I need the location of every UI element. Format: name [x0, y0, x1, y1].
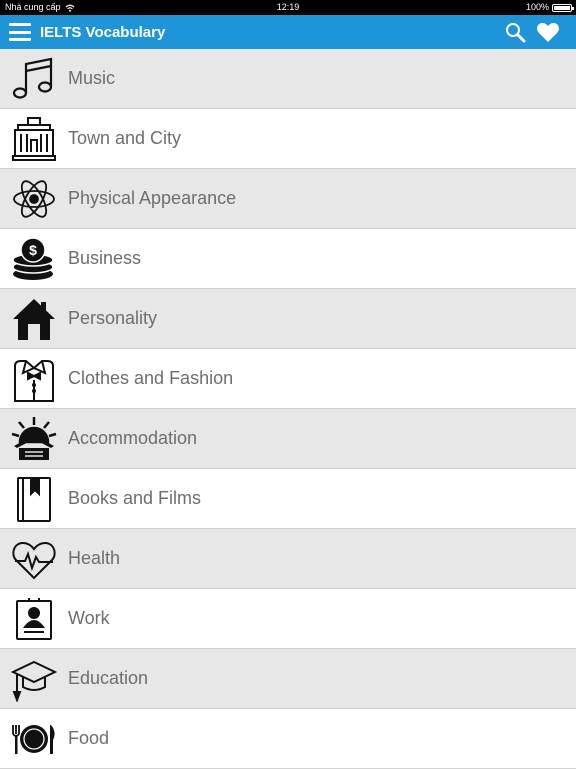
topic-item-personality[interactable]: Personality: [0, 289, 576, 349]
topic-label: Books and Films: [68, 488, 202, 508]
topic-item-education[interactable]: Education: [0, 649, 576, 709]
search-icon: [506, 23, 526, 43]
battery-status: 100%: [525, 0, 574, 15]
topic-label: Food: [68, 728, 110, 748]
topic-list: Music Town and City Physical Appearance: [0, 49, 576, 769]
topic-item-health[interactable]: Health: [0, 529, 576, 589]
heart-icon: [537, 22, 559, 42]
topic-label: Health: [68, 548, 121, 568]
atom-icon: [10, 175, 58, 223]
topic-label: Business: [68, 248, 142, 268]
topic-item-accommodation[interactable]: Accommodation: [0, 409, 576, 469]
svg-text:$: $: [29, 242, 37, 258]
sunrise-hut-icon: [10, 415, 58, 463]
topic-label: Music: [68, 68, 116, 88]
house-icon: [10, 295, 58, 343]
favorites-button[interactable]: [536, 21, 560, 43]
topic-item-clothes-and-fashion[interactable]: Clothes and Fashion: [0, 349, 576, 409]
topic-item-business[interactable]: $ Business: [0, 229, 576, 289]
topic-label: Physical Appearance: [68, 188, 237, 208]
topic-item-books-and-films[interactable]: Books and Films: [0, 469, 576, 529]
topic-item-food[interactable]: Food: [0, 709, 576, 769]
coin-stack-icon: $: [10, 235, 58, 283]
app-header: IELTS Vocabulary: [0, 15, 576, 49]
topic-label: Clothes and Fashion: [68, 368, 234, 388]
shirt-bowtie-icon: [10, 355, 58, 403]
topic-label: Work: [68, 608, 110, 628]
topic-item-music[interactable]: Music: [0, 49, 576, 109]
building-icon: [10, 115, 58, 163]
battery-percentage: 100%: [525, 2, 549, 12]
book-icon: [10, 475, 58, 523]
heartbeat-icon: [10, 535, 58, 583]
topic-label: Personality: [68, 308, 158, 328]
graduation-cap-icon: [10, 655, 58, 703]
plate-cutlery-icon: [10, 715, 58, 763]
battery-icon: [552, 3, 574, 12]
topic-label: Accommodation: [68, 428, 198, 448]
clock: 12:19: [276, 2, 300, 12]
topic-label: Education: [68, 668, 149, 688]
hamburger-menu-icon[interactable]: [9, 23, 31, 41]
topic-item-town-and-city[interactable]: Town and City: [0, 109, 576, 169]
status-bar: Nhà cung cấp 12:19 100%: [0, 0, 576, 15]
app-title: IELTS Vocabulary: [40, 23, 166, 41]
music-note-icon: [10, 55, 58, 103]
topic-item-physical-appearance[interactable]: Physical Appearance: [0, 169, 576, 229]
topic-item-work[interactable]: Work: [0, 589, 576, 649]
search-button[interactable]: [504, 21, 526, 43]
topic-label: Town and City: [68, 128, 182, 148]
id-card-icon: [10, 595, 58, 643]
